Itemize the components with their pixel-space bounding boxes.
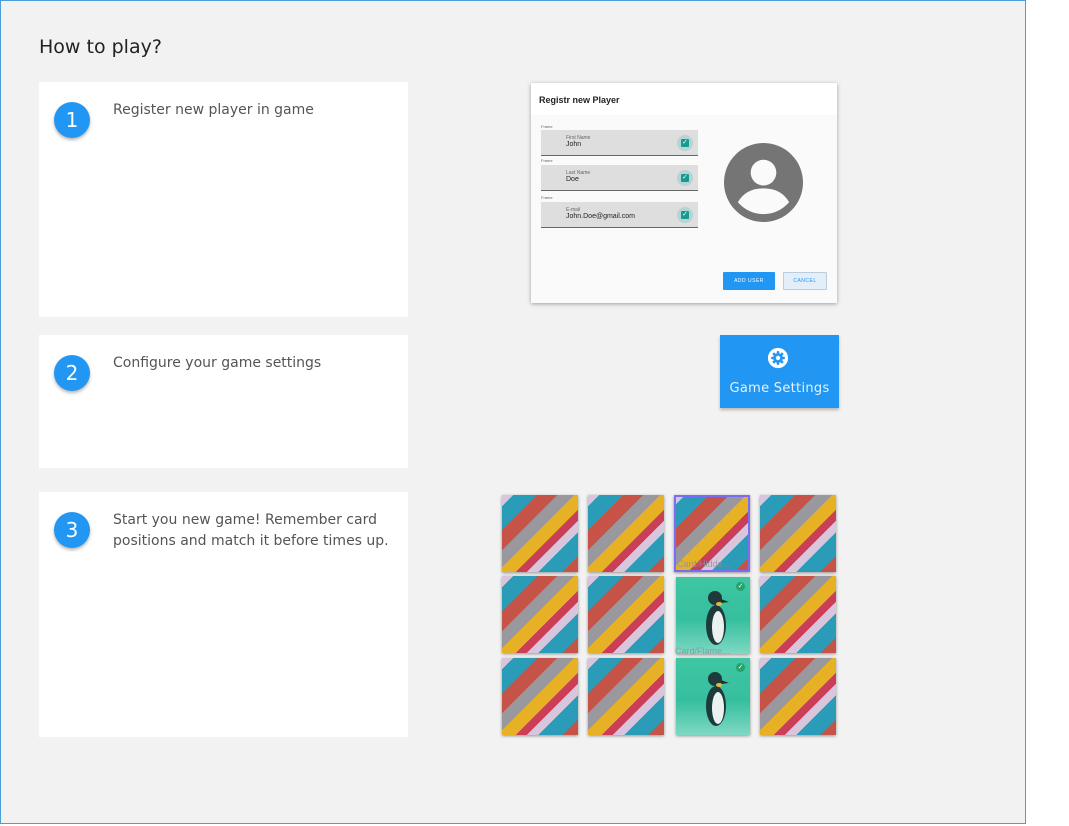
penguin-image — [706, 591, 729, 645]
step-card-3: 3 Start you new game! Remember card posi… — [39, 492, 408, 737]
check-icon: ✓ — [681, 211, 689, 219]
field-value: John — [566, 141, 582, 148]
card-component-label: Card/Flame... — [675, 646, 730, 656]
hidden-card[interactable] — [588, 576, 664, 653]
step-number-badge: 3 — [54, 512, 90, 548]
check-icon: ✓ — [681, 174, 689, 182]
add-user-button[interactable]: ADD USER — [723, 272, 775, 290]
step-card-2: 2 Configure your game settings — [39, 335, 408, 468]
step-number-badge: 1 — [54, 102, 90, 138]
field-value: Doe — [566, 176, 579, 183]
hidden-card[interactable] — [588, 658, 664, 735]
last-name-field[interactable]: Last Name Doe ✓ — [541, 165, 698, 191]
page-title: How to play? — [39, 36, 162, 58]
game-settings-label: Game Settings — [729, 381, 830, 396]
gear-icon — [767, 347, 789, 369]
checkbox[interactable]: ✓ — [677, 170, 693, 186]
check-icon: ✓ — [681, 139, 689, 147]
step-description: Configure your game settings — [113, 355, 322, 371]
check-icon: ✓ — [736, 663, 745, 672]
hidden-card[interactable] — [760, 576, 836, 653]
card-component-label: Card/Hidde... — [677, 559, 731, 569]
account-circle-icon — [724, 143, 803, 222]
email-field[interactable]: E-mail John.Doe@gmail.com ✓ — [541, 202, 698, 228]
hidden-card[interactable] — [760, 495, 836, 572]
step-card-1: 1 Register new player in game — [39, 82, 408, 317]
matched-card[interactable]: ✓ — [676, 577, 750, 654]
check-icon: ✓ — [736, 582, 745, 591]
field-value: John.Doe@gmail.com — [566, 213, 635, 220]
checkbox[interactable]: ✓ — [677, 207, 693, 223]
hidden-card[interactable] — [502, 495, 578, 572]
hidden-card[interactable] — [502, 658, 578, 735]
hidden-card[interactable] — [760, 658, 836, 735]
step-description: Register new player in game — [113, 102, 314, 118]
checkbox[interactable]: ✓ — [677, 135, 693, 151]
matched-card[interactable]: ✓ — [676, 658, 750, 735]
penguin-image — [706, 672, 729, 726]
game-settings-button[interactable]: Game Settings — [720, 335, 839, 408]
field-caption: Frame — [541, 158, 553, 163]
hidden-card[interactable] — [502, 576, 578, 653]
register-player-dialog: Registr new Player Frame First Name John… — [531, 83, 837, 303]
field-caption: Frame — [541, 195, 553, 200]
field-caption: Frame — [541, 124, 553, 129]
step-description: Start you new game! Remember card positi… — [113, 512, 389, 549]
how-to-play-frame: How to play? 1 Register new player in ga… — [0, 0, 1026, 824]
step-number-badge: 2 — [54, 355, 90, 391]
cancel-button[interactable]: CANCEL — [783, 272, 827, 290]
first-name-field[interactable]: First Name John ✓ — [541, 130, 698, 156]
card-board: ✓ ✓ Card/Hidde... Card/Flame... — [501, 493, 839, 738]
hidden-card[interactable] — [588, 495, 664, 572]
dialog-title: Registr new Player — [531, 83, 837, 115]
